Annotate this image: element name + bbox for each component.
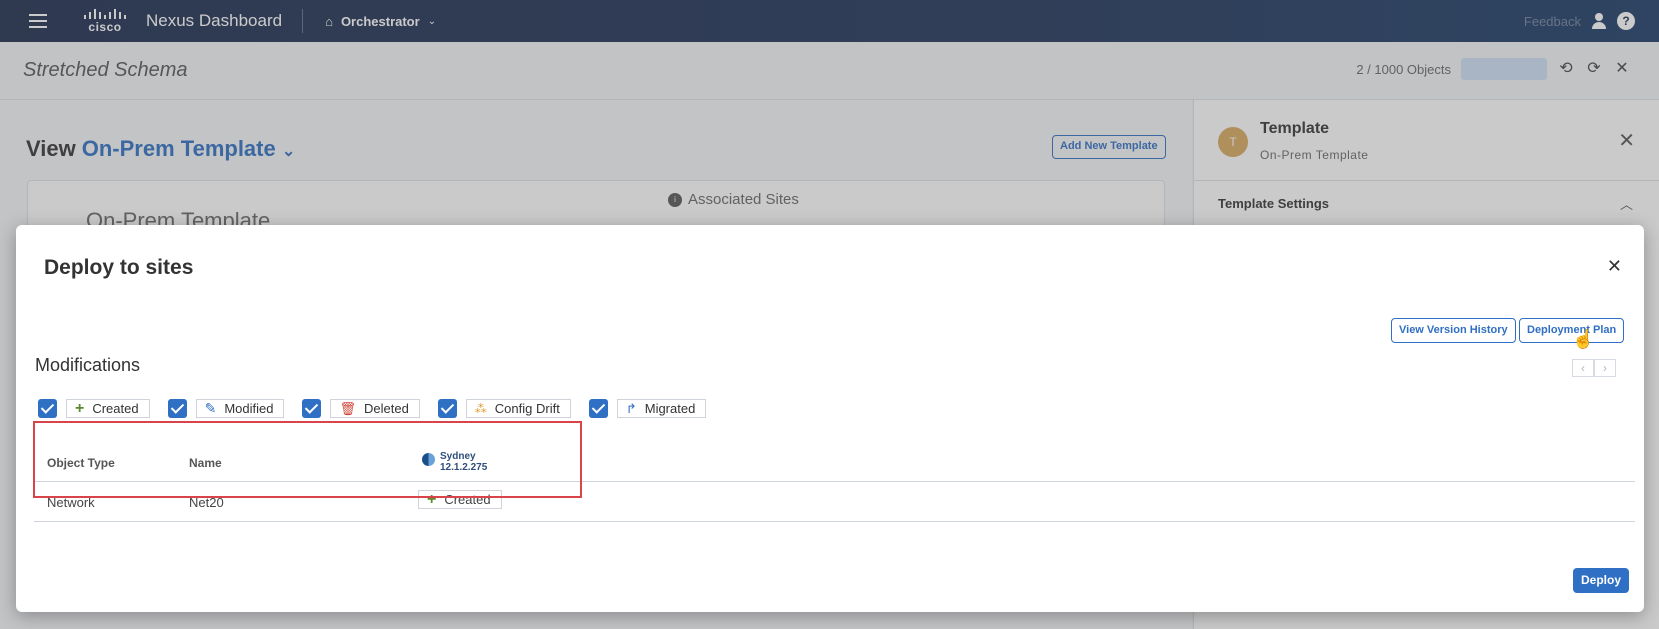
chevron-left-icon[interactable]: ‹ — [1572, 359, 1594, 377]
drift-icon: ⁂ — [474, 401, 487, 416]
modifications-title: Modifications — [35, 355, 141, 375]
checkbox-checked[interactable] — [302, 399, 322, 418]
filter-chip: ⁂ Config Drift — [465, 399, 571, 418]
hand-cursor-icon: ☝ — [1572, 329, 1595, 349]
pager: ‹ › — [1572, 359, 1616, 377]
dialog-title: Deploy to sites — [44, 256, 194, 279]
filter-chip: ✎ Modified — [195, 399, 285, 418]
checkbox-checked[interactable] — [38, 399, 57, 418]
pencil-icon: ✎ — [204, 400, 217, 416]
plus-icon: + — [75, 399, 85, 417]
checkbox-checked[interactable] — [588, 399, 608, 418]
highlight-box — [33, 421, 582, 498]
chevron-right-icon[interactable]: › — [1594, 359, 1616, 377]
trash-icon: 🗑 — [339, 400, 356, 416]
filter-deleted[interactable]: 🗑 Deleted — [302, 399, 420, 418]
deploy-to-sites-dialog: Deploy to sites ✕ View Version History D… — [16, 225, 1644, 612]
deploy-button[interactable]: Deploy — [1573, 568, 1630, 593]
filter-modified[interactable]: ✎ Modified — [167, 399, 285, 418]
filter-migrated[interactable]: ↱ Migrated — [588, 399, 707, 418]
filter-chip: 🗑 Deleted — [330, 399, 420, 418]
view-version-history-button[interactable]: View Version History — [1391, 318, 1516, 343]
close-icon[interactable]: ✕ — [1607, 256, 1622, 277]
filter-chip: ↱ Migrated — [616, 399, 707, 418]
migrate-arrow-icon: ↱ — [625, 400, 637, 416]
filter-created[interactable]: + Created — [38, 399, 150, 418]
modification-filters: + Created ✎ Modified 🗑 Deleted ⁂ Config … — [38, 399, 724, 418]
filter-chip: + Created — [66, 399, 150, 418]
filter-config-drift[interactable]: ⁂ Config Drift — [437, 399, 571, 418]
checkbox-checked[interactable] — [437, 399, 457, 418]
checkbox-checked[interactable] — [167, 399, 187, 418]
